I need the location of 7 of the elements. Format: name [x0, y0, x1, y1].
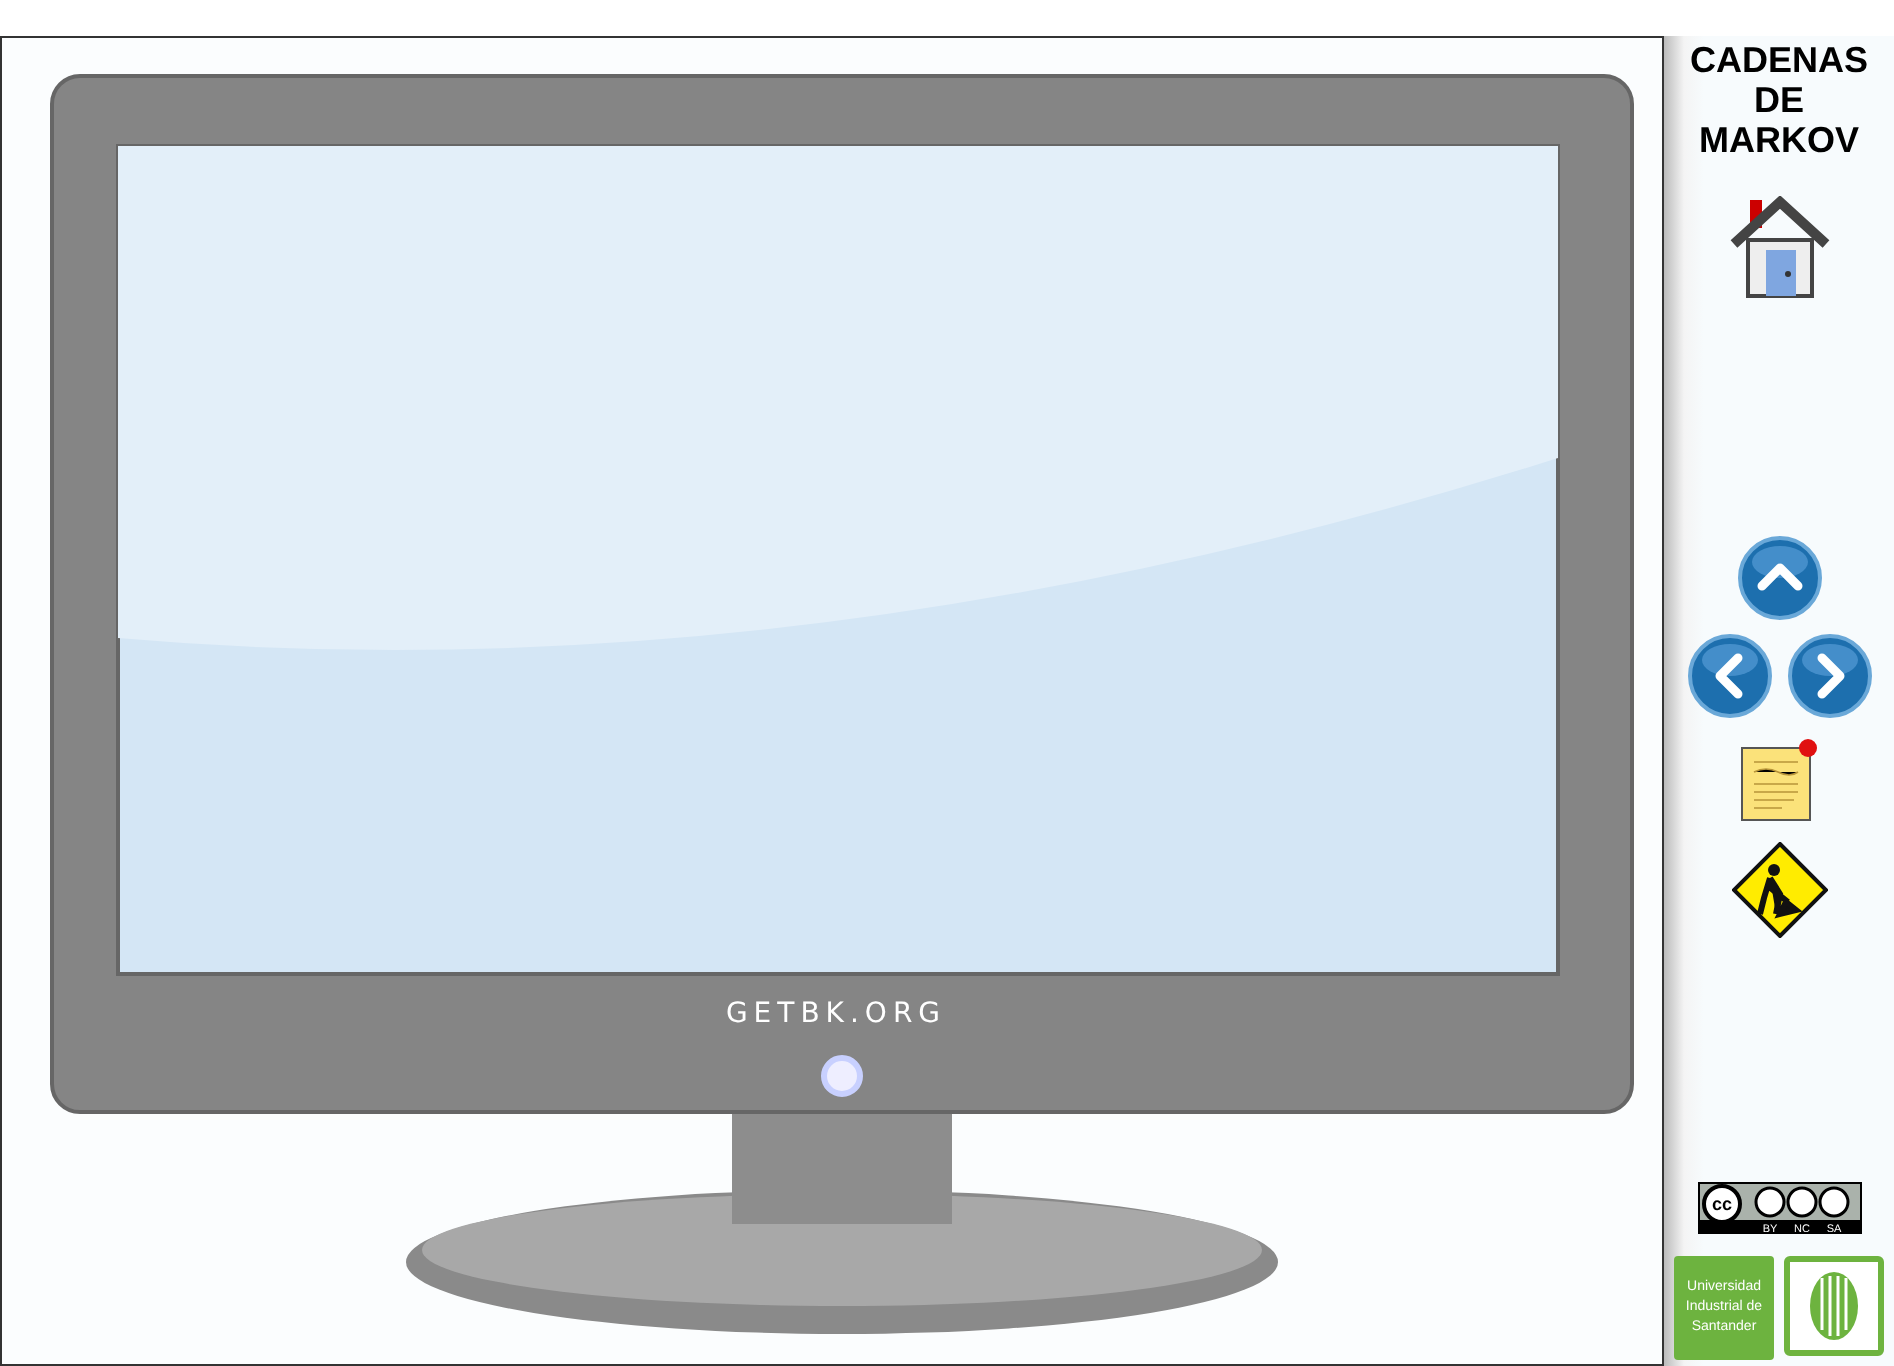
- construction-sign-icon[interactable]: [1731, 842, 1827, 944]
- back-arrow-button[interactable]: [1687, 634, 1771, 724]
- forward-arrow-button[interactable]: [1787, 634, 1871, 724]
- up-arrow-button[interactable]: [1737, 536, 1821, 626]
- university-emblem-icon: [1784, 1256, 1884, 1356]
- page-title: CADENAS DE MARKOV: [1687, 40, 1870, 160]
- monitor-brand: GETBK.ORG: [725, 998, 947, 1030]
